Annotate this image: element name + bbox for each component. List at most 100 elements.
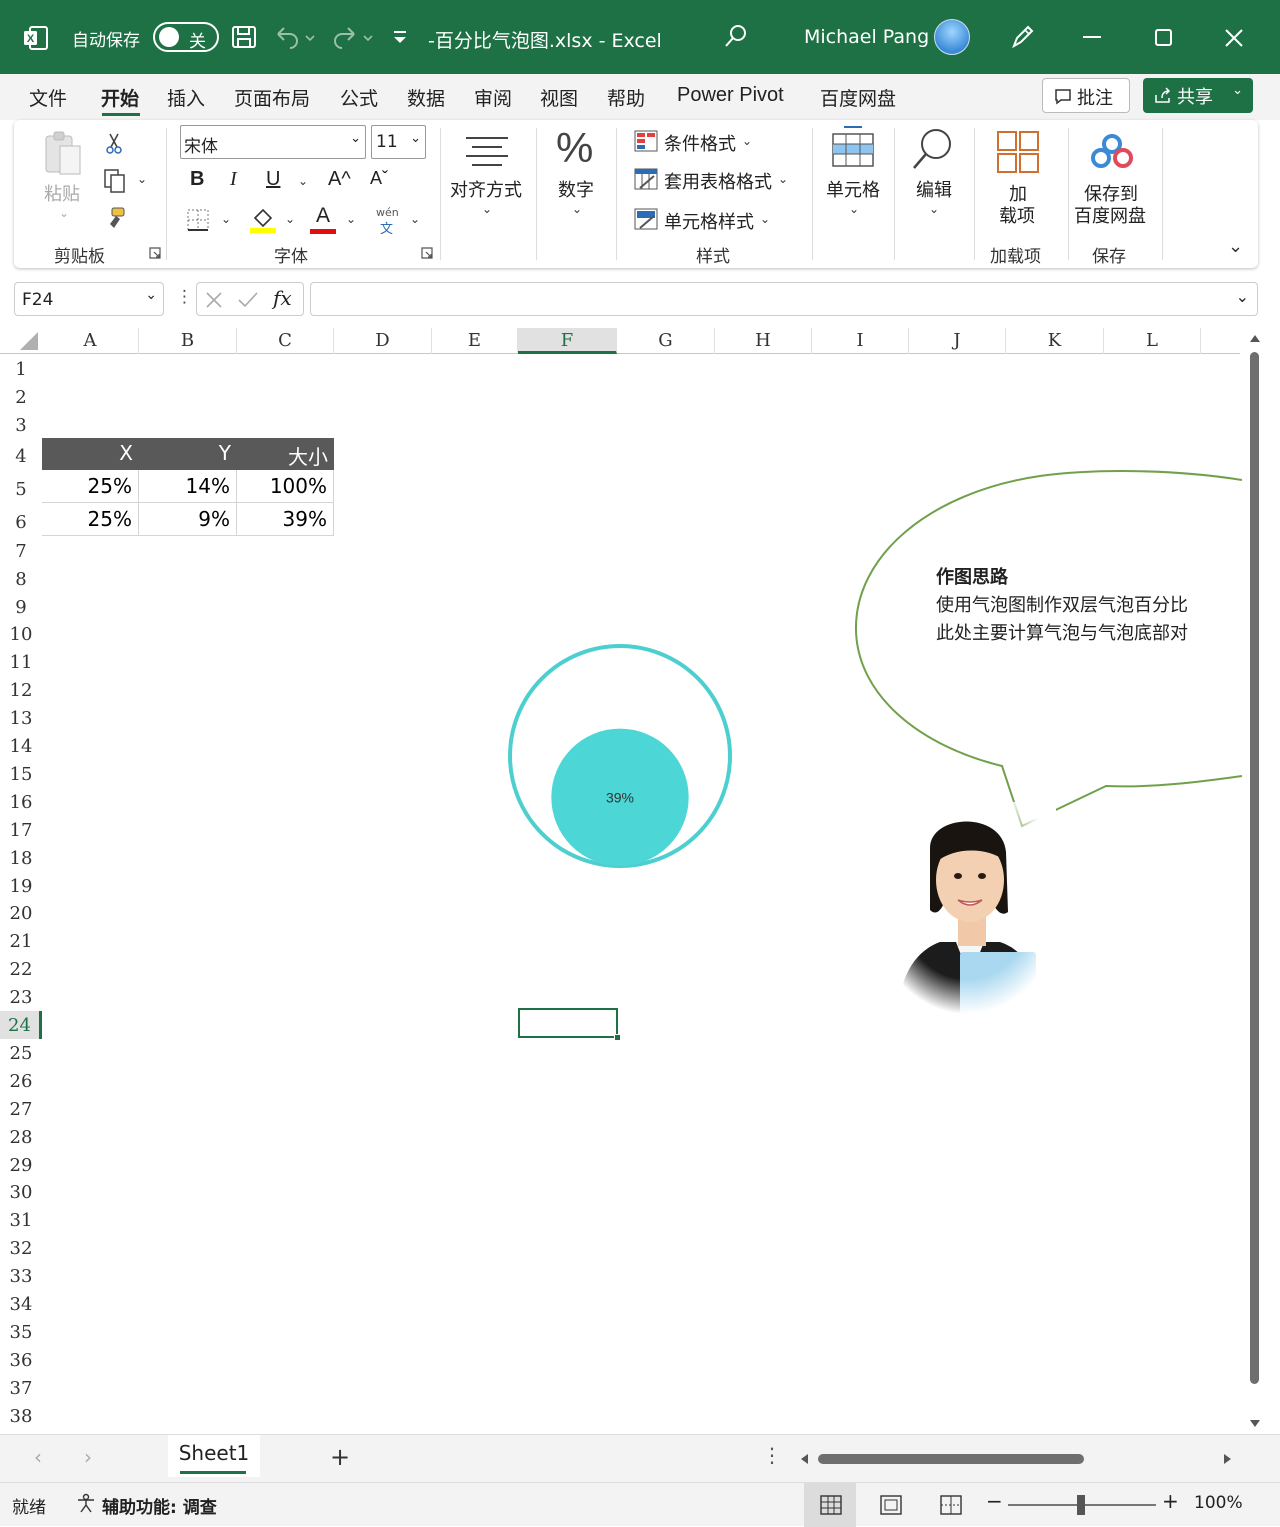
excel-logo-icon[interactable]: X <box>22 24 50 52</box>
borders-icon[interactable] <box>186 208 210 232</box>
row-header[interactable]: 22 <box>0 955 42 983</box>
paste-icon[interactable] <box>42 130 84 180</box>
next-sheet-icon[interactable]: › <box>84 1445 92 1469</box>
table-cell[interactable]: 25% <box>42 503 139 536</box>
row-header[interactable]: 20 <box>0 899 42 927</box>
speech-bubble[interactable] <box>850 466 1242 830</box>
confirm-entry-icon[interactable] <box>237 291 259 309</box>
conditional-format-dropdown-icon[interactable]: ⌄ <box>742 134 752 148</box>
share-dropdown-icon[interactable]: ⌄ <box>1232 83 1243 98</box>
editing-label[interactable]: 编辑 <box>916 176 952 202</box>
woman-illustration[interactable] <box>878 802 1056 1014</box>
alignment-label[interactable]: 对齐方式 <box>450 176 522 202</box>
find-icon[interactable] <box>910 126 956 172</box>
row-header[interactable]: 4 <box>0 439 42 471</box>
row-header[interactable]: 29 <box>0 1151 42 1179</box>
row-header[interactable]: 18 <box>0 844 42 872</box>
vertical-scroll-thumb[interactable] <box>1250 352 1259 1384</box>
row-header[interactable]: 21 <box>0 927 42 955</box>
expand-formula-icon[interactable]: ⌄ <box>1236 287 1249 306</box>
fill-handle[interactable] <box>614 1034 621 1041</box>
row-header[interactable]: 30 <box>0 1178 42 1206</box>
normal-view-icon[interactable] <box>820 1495 842 1515</box>
row-header[interactable]: 36 <box>0 1346 42 1374</box>
format-as-table-button[interactable]: 套用表格格式 <box>664 168 772 194</box>
row-header[interactable]: 14 <box>0 732 42 760</box>
row-header[interactable]: 23 <box>0 983 42 1011</box>
search-icon[interactable] <box>722 22 750 52</box>
insert-function-button[interactable]: fx <box>273 286 292 310</box>
scroll-down-icon[interactable] <box>1248 1418 1262 1430</box>
table-cell[interactable]: 9% <box>139 503 237 536</box>
paste-label[interactable]: 粘贴 <box>44 180 80 206</box>
row-header-selected[interactable]: 24 <box>0 1011 42 1039</box>
font-color-button[interactable]: A <box>310 204 336 234</box>
vertical-scrollbar[interactable] <box>1246 328 1264 1434</box>
cell-styles-dropdown-icon[interactable]: ⌄ <box>760 212 770 226</box>
borders-dropdown-icon[interactable]: ⌄ <box>221 212 231 226</box>
alignment-icon[interactable] <box>464 132 510 172</box>
row-header[interactable]: 35 <box>0 1318 42 1346</box>
editing-dropdown-icon[interactable]: ⌄ <box>929 202 939 216</box>
conditional-format-button[interactable]: 条件格式 <box>664 130 736 156</box>
fill-color-dropdown-icon[interactable]: ⌄ <box>285 212 295 226</box>
row-header[interactable]: 11 <box>0 648 42 676</box>
row-header[interactable]: 3 <box>0 411 42 439</box>
row-header[interactable]: 5 <box>0 471 42 504</box>
column-header[interactable]: K <box>1006 328 1104 354</box>
row-header[interactable]: 2 <box>0 383 42 411</box>
tab-data[interactable]: 数据 <box>407 84 445 111</box>
alignment-dropdown-icon[interactable]: ⌄ <box>482 202 492 216</box>
table-cell[interactable]: 100% <box>237 470 334 503</box>
table-header-size[interactable]: 大小 <box>237 438 334 470</box>
maximize-icon[interactable] <box>1150 22 1178 52</box>
share-button[interactable]: 共享 ⌄ <box>1143 78 1253 113</box>
row-header[interactable]: 19 <box>0 872 42 900</box>
minimize-icon[interactable] <box>1078 22 1106 52</box>
zoom-level[interactable]: 100% <box>1194 1493 1243 1513</box>
tab-insert[interactable]: 插入 <box>167 84 205 111</box>
percent-icon[interactable]: % <box>556 124 593 172</box>
column-header[interactable]: L <box>1104 328 1201 354</box>
zoom-in-button[interactable]: + <box>1162 1489 1179 1513</box>
copy-dropdown-icon[interactable]: ⌄ <box>137 172 147 186</box>
row-header[interactable]: 25 <box>0 1039 42 1067</box>
clipboard-launcher-icon[interactable] <box>148 246 162 260</box>
grow-font-button[interactable]: A^ <box>328 168 351 191</box>
shrink-font-button[interactable]: Aˇ <box>370 168 388 189</box>
row-header[interactable]: 12 <box>0 676 42 704</box>
zoom-out-button[interactable]: − <box>986 1489 1003 1513</box>
page-break-view-icon[interactable] <box>940 1495 962 1515</box>
cell-styles-icon[interactable] <box>634 208 658 230</box>
tab-view[interactable]: 视图 <box>540 84 578 111</box>
formula-input[interactable]: ⌄ <box>310 282 1258 316</box>
scroll-up-icon[interactable] <box>1248 332 1262 344</box>
table-header-x[interactable]: X <box>42 438 139 470</box>
italic-button[interactable]: I <box>230 168 237 191</box>
row-header[interactable]: 13 <box>0 704 42 732</box>
conditional-format-icon[interactable] <box>634 130 658 152</box>
format-as-table-dropdown-icon[interactable]: ⌄ <box>778 172 788 186</box>
scroll-left-icon[interactable] <box>798 1452 810 1466</box>
save-icon[interactable] <box>230 22 258 52</box>
paste-dropdown-icon[interactable]: ⌄ <box>59 206 69 220</box>
name-box[interactable]: F24 ⌄ <box>14 282 164 316</box>
row-header[interactable]: 38 <box>0 1402 42 1430</box>
tab-split-grip-icon[interactable]: ⋮ <box>762 1443 782 1467</box>
user-avatar[interactable] <box>934 19 970 55</box>
tab-baidu[interactable]: 百度网盘 <box>820 84 896 111</box>
tab-page-layout[interactable]: 页面布局 <box>234 84 310 111</box>
row-header[interactable]: 8 <box>0 565 42 593</box>
add-ins-line2[interactable]: 载项 <box>999 202 1035 228</box>
row-header[interactable]: 17 <box>0 816 42 844</box>
collapse-ribbon-icon[interactable]: ⌄ <box>1228 236 1243 257</box>
column-header[interactable]: H <box>715 328 812 354</box>
autosave-toggle[interactable]: 关 <box>153 22 219 52</box>
comments-button[interactable]: 批注 <box>1042 78 1130 113</box>
tab-home[interactable]: 开始 <box>101 84 139 111</box>
font-color-dropdown-icon[interactable]: ⌄ <box>346 212 356 226</box>
column-header[interactable]: C <box>237 328 334 354</box>
row-header[interactable]: 37 <box>0 1374 42 1402</box>
customize-qat-icon[interactable] <box>390 22 410 52</box>
number-dropdown-icon[interactable]: ⌄ <box>572 202 582 216</box>
